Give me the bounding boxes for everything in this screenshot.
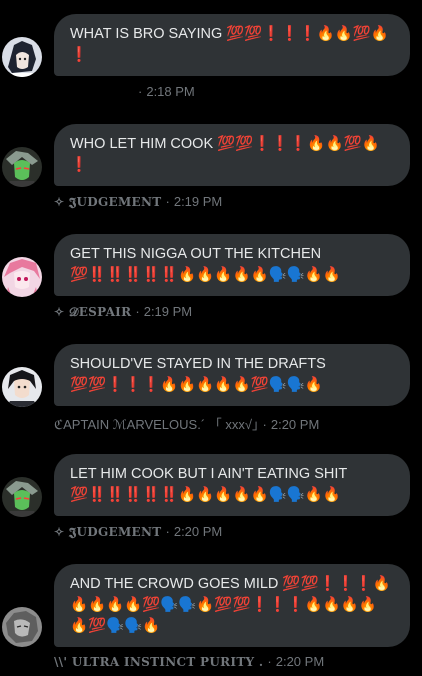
- message-time: 2:20 PM: [275, 654, 325, 669]
- sender-name[interactable]: ✧ 𝕵UDGEMENT: [54, 195, 162, 209]
- message-meta: ✧ 𝕵UDGEMENT · 2:19 PM: [54, 194, 223, 209]
- message-meta: ✧ 𝕵UDGEMENT · 2:20 PM: [54, 524, 223, 539]
- message-text: AND THE CROWD GOES MILD 💯💯❗❗❗🔥🔥🔥🔥🔥💯🗣️🗣️🔥…: [70, 576, 391, 634]
- sender-name[interactable]: ✧ 𝕵UDGEMENT: [54, 525, 162, 539]
- message-thread: WHAT IS BRO SAYING 💯💯❗❗❗🔥🔥💯🔥❗ · 2:18 PM W…: [0, 0, 422, 676]
- message-bubble[interactable]: WHO LET HIM COOK 💯💯❗❗❗🔥🔥💯🔥❗: [54, 124, 410, 186]
- avatar[interactable]: [2, 367, 42, 407]
- message-time: 2:20 PM: [173, 524, 223, 539]
- message-text: GET THIS NIGGA OUT THE KITCHEN 💯‼️‼️‼️‼️…: [70, 246, 341, 283]
- sender-name[interactable]: \\' ULTRA INSTINCT PURITY .: [54, 655, 263, 669]
- sender-name[interactable]: ✧ 𝒟ESPAIR: [54, 305, 131, 319]
- avatar[interactable]: [2, 607, 42, 647]
- message-time: 2:20 PM: [270, 417, 320, 432]
- message-meta: ℭAPTAIN ℳARVELOUS.´ 「 xxx√」 · 2:20 PM: [54, 417, 320, 432]
- message-meta: \\' ULTRA INSTINCT PURITY . · 2:20 PM: [54, 654, 325, 669]
- avatar[interactable]: [2, 147, 42, 187]
- message-bubble[interactable]: SHOULD'VE STAYED IN THE DRAFTS 💯💯❗❗❗🔥🔥🔥🔥…: [54, 344, 410, 406]
- message-meta: · 2:18 PM: [138, 84, 195, 99]
- avatar[interactable]: [2, 37, 42, 77]
- message-text: WHAT IS BRO SAYING 💯💯❗❗❗🔥🔥💯🔥❗: [70, 26, 389, 63]
- message-time: 2:19 PM: [173, 194, 223, 209]
- message-bubble[interactable]: LET HIM COOK BUT I AIN'T EATING SHIT 💯‼️…: [54, 454, 410, 516]
- message-bubble[interactable]: GET THIS NIGGA OUT THE KITCHEN 💯‼️‼️‼️‼️…: [54, 234, 410, 296]
- message-bubble[interactable]: WHAT IS BRO SAYING 💯💯❗❗❗🔥🔥💯🔥❗: [54, 14, 410, 76]
- avatar[interactable]: [2, 477, 42, 517]
- message-time: 2:18 PM: [146, 84, 195, 99]
- message-bubble[interactable]: AND THE CROWD GOES MILD 💯💯❗❗❗🔥🔥🔥🔥🔥💯🗣️🗣️🔥…: [54, 564, 410, 647]
- message-text: WHO LET HIM COOK 💯💯❗❗❗🔥🔥💯🔥❗: [70, 136, 380, 173]
- sender-name[interactable]: ℭAPTAIN ℳARVELOUS.´ 「 xxx√」: [54, 417, 259, 432]
- message-text: LET HIM COOK BUT I AIN'T EATING SHIT 💯‼️…: [70, 466, 347, 503]
- message-text: SHOULD'VE STAYED IN THE DRAFTS 💯💯❗❗❗🔥🔥🔥🔥…: [70, 356, 326, 393]
- message-meta: ✧ 𝒟ESPAIR · 2:19 PM: [54, 304, 193, 319]
- message-time: 2:19 PM: [143, 304, 193, 319]
- avatar[interactable]: [2, 257, 42, 297]
